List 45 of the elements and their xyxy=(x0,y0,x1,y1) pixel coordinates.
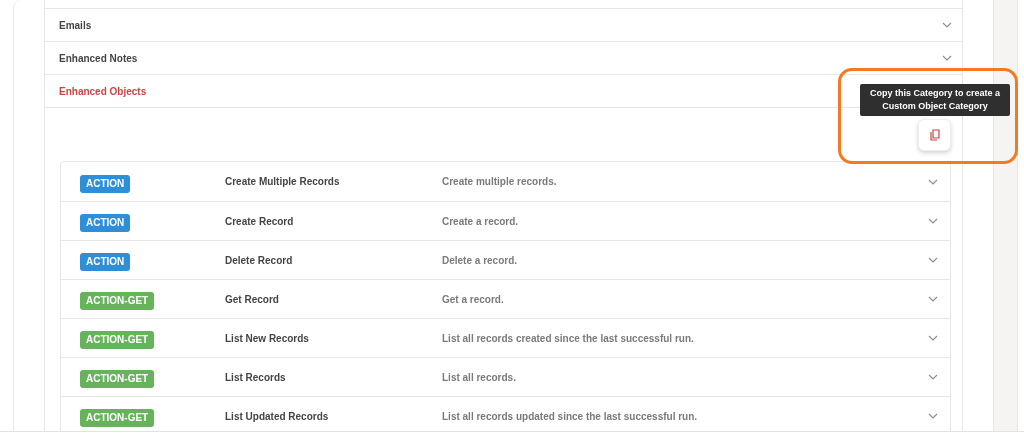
operation-description: List all records created since the last successful run. xyxy=(442,331,695,346)
operation-name: List Records xyxy=(225,370,287,385)
type-badge: ACTION xyxy=(80,174,131,193)
copy-button[interactable] xyxy=(918,119,951,151)
operation-row[interactable]: ACTION Create Multiple Records Create multiple records. xyxy=(61,162,950,201)
category-title: Enhanced Objects xyxy=(59,84,147,99)
operation-description: Get a record. xyxy=(442,292,505,307)
operation-name: Get Record xyxy=(225,292,280,307)
operation-description: List all records updated since the last successful run. xyxy=(442,409,699,424)
type-badge: ACTION-GET xyxy=(80,409,155,427)
type-badge: ACTION xyxy=(80,253,131,271)
category-title: Enhanced Notes xyxy=(59,51,138,66)
category-title: Emails xyxy=(59,18,92,33)
tooltip: Copy this Category to create a Custom Object Category xyxy=(860,84,1010,116)
chevron-down-icon xyxy=(928,374,938,380)
chevron-down-icon xyxy=(928,296,938,302)
operation-description: Create a record. xyxy=(442,214,520,229)
operation-name: Create Record xyxy=(225,214,295,229)
type-badge: ACTION-GET xyxy=(80,292,155,310)
operation-description: List all records. xyxy=(442,370,517,385)
operation-row[interactable]: ACTION Delete Record Delete a record. xyxy=(61,240,950,279)
type-badge: ACTION-GET xyxy=(80,331,155,349)
operation-row[interactable]: ACTION-GET Get Record Get a record. xyxy=(61,279,950,318)
chevron-down-icon xyxy=(928,335,938,341)
operation-name: Delete Record xyxy=(225,253,294,268)
type-badge: ACTION xyxy=(80,214,131,232)
category-header[interactable]: Enhanced Notes xyxy=(45,42,962,75)
operation-name: Create Multiple Records xyxy=(225,175,341,189)
chevron-down-icon xyxy=(928,178,938,185)
type-badge: ACTION-GET xyxy=(80,370,155,388)
chevron-down-icon xyxy=(928,257,938,263)
operation-row[interactable]: ACTION Create Record Create a record. xyxy=(61,201,950,240)
copy-icon xyxy=(928,129,941,141)
operation-name: List New Records xyxy=(225,331,310,346)
category-header[interactable]: Emails xyxy=(45,9,962,42)
operation-description: Delete a record. xyxy=(442,253,519,268)
operation-row[interactable]: ACTION-GET List New Records List all records created since the last successful run. xyxy=(61,318,950,357)
chevron-down-icon xyxy=(942,22,952,28)
operation-row[interactable]: ACTION-GET List Records List all records. xyxy=(61,357,950,396)
operation-name: List Updated Records xyxy=(225,409,330,424)
operation-description: Create multiple records. xyxy=(442,175,558,189)
chevron-down-icon xyxy=(928,413,938,419)
operation-row[interactable]: ACTION-GET List Updated Records List all records updated since the last successful run. xyxy=(61,396,950,431)
chevron-down-icon xyxy=(942,55,952,61)
chevron-down-icon xyxy=(928,218,938,224)
